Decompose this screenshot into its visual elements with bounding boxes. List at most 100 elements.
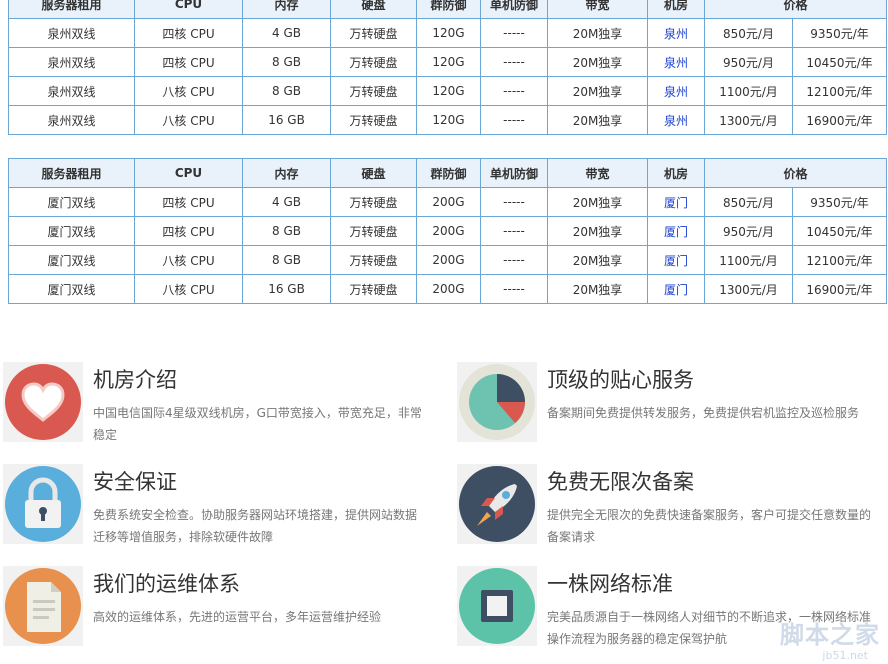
table-cell: 八核 CPU	[134, 76, 243, 106]
table-cell: -----	[480, 274, 548, 304]
table-cell: -----	[480, 105, 548, 135]
table-cell: 厦门双线	[8, 274, 135, 304]
table-cell: 厦门双线	[8, 245, 135, 275]
col-header: CPU	[134, 0, 243, 19]
feature-title: 机房介绍	[93, 368, 177, 392]
col-header: 带宽	[547, 0, 648, 19]
table-cell: 8 GB	[242, 76, 331, 106]
table-cell: 850元/月	[704, 18, 793, 48]
table-cell: 950元/月	[704, 216, 793, 246]
table-cell: 20M独享	[547, 18, 648, 48]
table-cell: -----	[480, 47, 548, 77]
feature-desc: 备案期间免费提供转发服务，免费提供宕机监控及巡检服务	[547, 406, 860, 420]
datacenter-link[interactable]: 泉州	[647, 47, 705, 77]
col-header: 单机防御	[480, 0, 548, 19]
table-cell: 16900元/年	[791, 105, 888, 135]
feature-title: 免费无限次备案	[547, 470, 694, 494]
table-cell: 120G	[416, 76, 481, 106]
col-header: 硬盘	[330, 0, 417, 19]
table-cell: 20M独享	[547, 76, 648, 106]
table-cell: 万转硬盘	[330, 216, 417, 246]
col-header: 单机防御	[480, 158, 548, 188]
col-header: 内存	[242, 0, 331, 19]
table-cell: 16900元/年	[791, 274, 888, 304]
feature-title: 顶级的贴心服务	[547, 368, 694, 392]
table-row: 厦门双线 四核 CPU 4 GB 万转硬盘 200G ----- 20M独享 厦门 850元/月…	[8, 187, 888, 217]
table-cell: 万转硬盘	[330, 245, 417, 275]
document-icon	[3, 566, 83, 646]
table-row: 泉州双线 四核 CPU 8 GB 万转硬盘 120G ----- 20M独享 泉州 950元/月…	[8, 47, 888, 77]
table-row: 厦门双线 四核 CPU 8 GB 万转硬盘 200G ----- 20M独享 厦门 950元/月…	[8, 216, 888, 246]
table-row: 泉州双线 八核 CPU 8 GB 万转硬盘 120G ----- 20M独享 泉州 1100元/…	[8, 76, 888, 106]
table-header-row: 服务器租用 CPU 内存 硬盘 群防御 单机防御 带宽 机房 价格	[8, 0, 888, 19]
datacenter-link[interactable]: 厦门	[647, 187, 705, 217]
table-cell: 1300元/月	[704, 274, 793, 304]
table-cell: 泉州双线	[8, 105, 135, 135]
col-header: 服务器租用	[8, 158, 135, 188]
table-row: 厦门双线 八核 CPU 8 GB 万转硬盘 200G ----- 20M独享 厦门 1100元/…	[8, 245, 888, 275]
table-cell: 八核 CPU	[134, 245, 243, 275]
table-row: 厦门双线 八核 CPU 16 GB 万转硬盘 200G ----- 20M独享 厦门 1300元…	[8, 274, 888, 304]
feature-operations: 我们的运维体系 高效的运维体系，先进的运营平台，多年运营维护经验	[3, 566, 433, 656]
table-cell: 120G	[416, 47, 481, 77]
col-header: 价格	[703, 0, 888, 19]
table-cell: 8 GB	[242, 245, 331, 275]
table-cell: -----	[480, 245, 548, 275]
table-body: 厦门双线 四核 CPU 4 GB 万转硬盘 200G ----- 20M独享 厦门 850元/月…	[8, 187, 888, 304]
col-header: 价格	[703, 158, 888, 188]
table-cell: 20M独享	[547, 274, 648, 304]
feature-title: 我们的运维体系	[93, 572, 240, 596]
col-header: CPU	[134, 158, 243, 188]
table-cell: 20M独享	[547, 105, 648, 135]
table-cell: 120G	[416, 18, 481, 48]
table-cell: 20M独享	[547, 216, 648, 246]
table-cell: -----	[480, 216, 548, 246]
table-cell: 20M独享	[547, 245, 648, 275]
col-header: 机房	[647, 0, 705, 19]
table-cell: -----	[480, 76, 548, 106]
datacenter-link[interactable]: 厦门	[647, 216, 705, 246]
feature-filing: 免费无限次备案 提供完全无限次的免费快速备案服务，客户可提交任意数量的备案请求	[457, 464, 887, 554]
watermark-url: jb51.net	[822, 649, 868, 662]
square-icon	[457, 566, 537, 646]
datacenter-link[interactable]: 泉州	[647, 76, 705, 106]
datacenter-link[interactable]: 厦门	[647, 274, 705, 304]
datacenter-link[interactable]: 厦门	[647, 245, 705, 275]
table-cell: 12100元/年	[791, 245, 888, 275]
feature-title: 一株网络标准	[547, 572, 673, 596]
table-cell: -----	[480, 187, 548, 217]
table-cell: 八核 CPU	[134, 274, 243, 304]
col-header: 带宽	[547, 158, 648, 188]
price-table-quanzhou: 服务器租用 CPU 内存 硬盘 群防御 单机防御 带宽 机房 价格 泉州双线 四核…	[8, 0, 888, 135]
table-cell: 16 GB	[242, 105, 331, 135]
col-header: 服务器租用	[8, 0, 135, 19]
table-cell: 厦门双线	[8, 216, 135, 246]
feature-desc: 中国电信国际4星级双线机房，G口带宽接入，带宽充足，非常稳定	[93, 406, 422, 442]
table-cell: 10450元/年	[791, 216, 888, 246]
feature-desc: 高效的运维体系，先进的运营平台，多年运营维护经验	[93, 610, 382, 624]
table-cell: 10450元/年	[791, 47, 888, 77]
table-header-row: 服务器租用 CPU 内存 硬盘 群防御 单机防御 带宽 机房 价格	[8, 158, 888, 188]
table-cell: 9350元/年	[791, 18, 888, 48]
datacenter-link[interactable]: 泉州	[647, 18, 705, 48]
table-cell: 4 GB	[242, 18, 331, 48]
table-cell: 850元/月	[704, 187, 793, 217]
table-cell: 200G	[416, 216, 481, 246]
price-table-xiamen: 服务器租用 CPU 内存 硬盘 群防御 单机防御 带宽 机房 价格 厦门双线 四核…	[8, 158, 888, 304]
feature-datacenter: 机房介绍 中国电信国际4星级双线机房，G口带宽接入，带宽充足，非常稳定	[3, 362, 433, 452]
table-cell: 万转硬盘	[330, 274, 417, 304]
col-header: 内存	[242, 158, 331, 188]
watermark-logo: 脚本之家	[780, 621, 880, 649]
table-cell: 200G	[416, 187, 481, 217]
feature-service: 顶级的贴心服务 备案期间免费提供转发服务，免费提供宕机监控及巡检服务	[457, 362, 887, 452]
heart-icon	[3, 362, 83, 442]
table-cell: 泉州双线	[8, 47, 135, 77]
table-body: 泉州双线 四核 CPU 4 GB 万转硬盘 120G ----- 20M独享 泉州 850元/月…	[8, 18, 888, 135]
table-cell: 20M独享	[547, 187, 648, 217]
table-cell: 200G	[416, 245, 481, 275]
table-cell: 万转硬盘	[330, 187, 417, 217]
feature-desc: 提供完全无限次的免费快速备案服务，客户可提交任意数量的备案请求	[547, 508, 872, 544]
datacenter-link[interactable]: 泉州	[647, 105, 705, 135]
table-cell: 1100元/月	[704, 245, 793, 275]
table-cell: 200G	[416, 274, 481, 304]
